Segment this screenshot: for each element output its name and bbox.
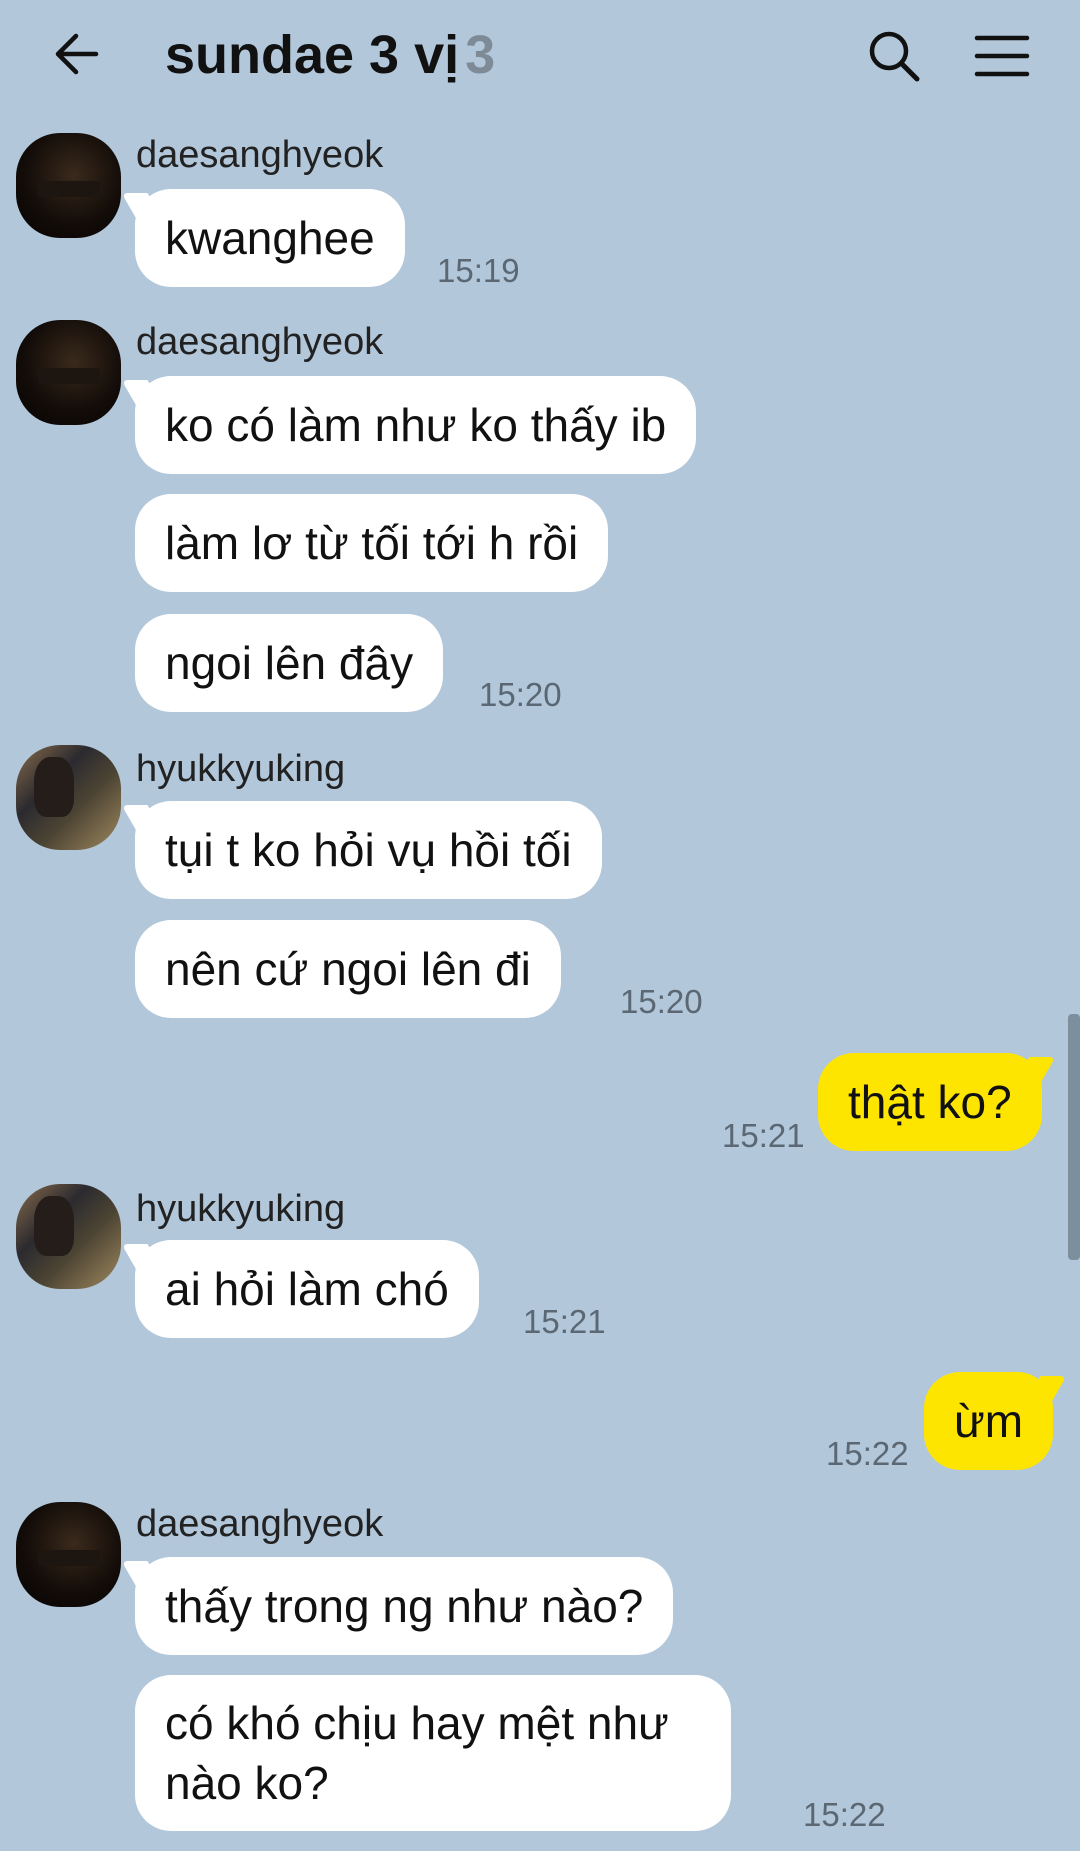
- message-bubble[interactable]: ngoi lên đây: [135, 614, 444, 712]
- message-time: 15:22: [803, 1796, 886, 1833]
- avatar[interactable]: [16, 745, 121, 850]
- chat-screen: sundae 3 vị 3 daesanghyeok kwanghee 15:19…: [0, 0, 1080, 1851]
- sender-name: hyukkyuking: [136, 1188, 346, 1230]
- message-time: 15:22: [826, 1435, 909, 1472]
- message-bubble[interactable]: ai hỏi làm chó: [135, 1240, 479, 1338]
- search-icon: [869, 31, 920, 82]
- avatar[interactable]: [16, 133, 121, 238]
- message-time: 15:19: [437, 252, 520, 289]
- chat-header: sundae 3 vị 3: [0, 0, 1080, 112]
- sender-name: daesanghyeok: [136, 321, 384, 363]
- message-time: 15:20: [620, 983, 703, 1020]
- chat-room-name: sundae 3 vị: [165, 25, 460, 85]
- avatar[interactable]: [16, 1502, 121, 1607]
- message-time: 15:20: [479, 676, 562, 713]
- message-bubble[interactable]: ko có làm như ko thấy ib: [135, 376, 697, 474]
- message-time: 15:21: [722, 1117, 805, 1154]
- back-button[interactable]: [50, 26, 106, 82]
- message-bubble[interactable]: làm lơ từ tối tới h rồi: [135, 494, 609, 592]
- scrollbar[interactable]: [1068, 1014, 1080, 1260]
- avatar[interactable]: [16, 1184, 121, 1289]
- chat-title: sundae 3 vị 3: [165, 24, 495, 86]
- message-bubble[interactable]: kwanghee: [135, 189, 405, 287]
- sender-name: daesanghyeok: [136, 134, 384, 176]
- my-message-bubble[interactable]: ừm: [924, 1372, 1054, 1470]
- search-button[interactable]: [864, 26, 924, 86]
- hamburger-menu-icon: [974, 35, 1030, 77]
- message-bubble[interactable]: nên cứ ngoi lên đi: [135, 920, 561, 1018]
- sender-name: daesanghyeok: [136, 1503, 384, 1545]
- avatar[interactable]: [16, 320, 121, 425]
- menu-button[interactable]: [972, 26, 1032, 86]
- message-time: 15:21: [523, 1303, 606, 1340]
- message-bubble[interactable]: có khó chịu hay mệt như nào ko?: [135, 1675, 731, 1831]
- message-bubble[interactable]: thấy trong ng như nào?: [135, 1557, 674, 1655]
- member-count: 3: [465, 25, 496, 85]
- arrow-left-icon: [55, 33, 99, 75]
- my-message-bubble[interactable]: thật ko?: [818, 1053, 1042, 1151]
- message-bubble[interactable]: tụi t ko hỏi vụ hồi tối: [135, 801, 602, 899]
- sender-name: hyukkyuking: [136, 748, 346, 790]
